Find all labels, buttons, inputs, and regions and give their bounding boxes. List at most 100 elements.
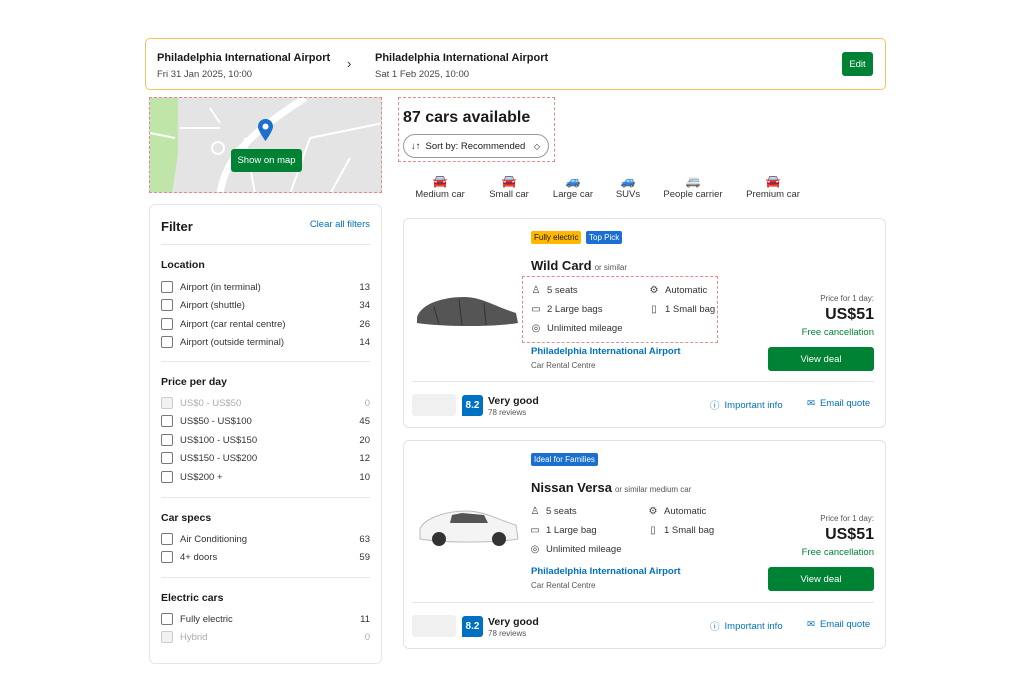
filter-option[interactable]: US$150 - US$20012 xyxy=(161,451,370,465)
checkbox xyxy=(161,631,173,643)
filter-option[interactable]: Airport (shuttle) 34 xyxy=(161,298,370,312)
checkbox[interactable] xyxy=(161,318,173,330)
pickup-datetime: Fri 31 Jan 2025, 10:00 xyxy=(157,69,252,80)
free-cancellation: Free cancellation xyxy=(802,547,874,558)
filter-option[interactable]: Air Conditioning63 xyxy=(161,532,370,546)
car-image xyxy=(414,279,522,339)
option-count: 0 xyxy=(365,632,370,643)
checkbox[interactable] xyxy=(161,299,173,311)
category-label: Premium car xyxy=(746,189,800,200)
seats: 5 seats xyxy=(546,506,577,517)
category-label: People carrier xyxy=(663,189,722,200)
large-bags: 1 Large bag xyxy=(546,525,597,536)
category-suvs[interactable]: 🚙SUVs xyxy=(593,174,663,200)
option-count: 11 xyxy=(360,614,370,625)
checkbox[interactable] xyxy=(161,613,173,625)
search-summary: Philadelphia International Airport Fri 3… xyxy=(145,38,886,90)
free-cancellation: Free cancellation xyxy=(802,327,874,338)
option-count: 59 xyxy=(359,552,370,563)
filter-option[interactable]: US$200 + 10 xyxy=(161,470,370,484)
suv-icon: 🚙 xyxy=(593,174,663,189)
checkbox[interactable] xyxy=(161,415,173,427)
location-type: Car Rental Centre xyxy=(531,361,595,370)
car-name: Nissan Versaor similar medium car xyxy=(531,480,691,495)
filter-option[interactable]: US$50 - US$10045 xyxy=(161,414,370,428)
checkbox[interactable] xyxy=(161,551,173,563)
checkbox[interactable] xyxy=(161,281,173,293)
small-bags: 1 Small bag xyxy=(664,525,714,536)
location-type: Car Rental Centre xyxy=(531,581,595,590)
checkbox[interactable] xyxy=(161,336,173,348)
car-card: Ideal for Families Nissan Versaor simila… xyxy=(403,440,886,649)
pickup-airport-link[interactable]: Philadelphia International Airport xyxy=(531,566,681,577)
map-preview[interactable]: Show on map xyxy=(149,97,382,193)
dropoff-datetime: Sat 1 Feb 2025, 10:00 xyxy=(375,69,469,80)
chevron-updown-icon: ◇ xyxy=(534,142,540,151)
option-count: 20 xyxy=(359,435,370,446)
checkbox[interactable] xyxy=(161,452,173,464)
show-on-map-button[interactable]: Show on map xyxy=(231,149,302,172)
mileage: Unlimited mileage xyxy=(547,323,623,334)
checkbox[interactable] xyxy=(161,471,173,483)
category-small-car[interactable]: 🚘Small car xyxy=(474,174,544,200)
section-title: Price per day xyxy=(161,376,227,388)
mileage: Unlimited mileage xyxy=(546,544,622,555)
view-deal-button[interactable]: View deal xyxy=(768,567,874,591)
filter-option[interactable]: Airport (outside terminal)14 xyxy=(161,335,370,349)
option-count: 0 xyxy=(365,398,370,409)
category-premium-car[interactable]: 🚘Premium car xyxy=(738,174,808,200)
filter-option[interactable]: Airport (in terminal)13 xyxy=(161,280,370,294)
checkbox[interactable] xyxy=(161,434,173,446)
large-bags: 2 Large bags xyxy=(547,304,602,315)
car-icon: 🚘 xyxy=(474,174,544,189)
badge: Ideal for Families xyxy=(531,453,598,466)
filter-option[interactable]: Airport (car rental centre)26 xyxy=(161,317,370,331)
sort-dropdown[interactable]: ↓↑Sort by: Recommended◇ xyxy=(403,134,549,158)
filter-panel: Filter Clear all filters Location Airpor… xyxy=(149,204,382,664)
category-label: SUVs xyxy=(616,189,640,200)
rating-label: Very good xyxy=(488,395,539,407)
price: US$51 xyxy=(825,306,874,324)
rating-label: Very good xyxy=(488,616,539,628)
email-quote-link[interactable]: ✉Email quote xyxy=(807,398,870,409)
gearbox-icon: ⚙ xyxy=(649,285,659,296)
view-deal-button[interactable]: View deal xyxy=(768,347,874,371)
filter-option: US$0 - US$500 xyxy=(161,396,370,410)
pickup-airport-link[interactable]: Philadelphia International Airport xyxy=(531,346,681,357)
important-info-link[interactable]: ⓘImportant info xyxy=(710,619,783,633)
suitcase-icon: ▭ xyxy=(531,304,541,315)
category-people-carrier[interactable]: 🚐People carrier xyxy=(658,174,728,200)
person-icon: ♙ xyxy=(531,285,541,296)
map-image xyxy=(150,98,382,193)
filter-option[interactable]: US$100 - US$150 20 xyxy=(161,433,370,447)
speedometer-icon: ◎ xyxy=(530,544,540,555)
option-label: US$100 - US$150 xyxy=(180,435,257,446)
category-label: Large car xyxy=(553,189,593,200)
rating-score: 8.2 xyxy=(462,616,483,637)
option-count: 13 xyxy=(359,282,370,293)
gearbox-icon: ⚙ xyxy=(648,506,658,517)
car-image xyxy=(414,493,522,553)
dropoff-location: Philadelphia International Airport xyxy=(375,52,548,64)
filter-option[interactable]: 4+ doors59 xyxy=(161,550,370,564)
filter-option[interactable]: Fully electric 11 xyxy=(161,612,370,626)
option-label: US$200 + xyxy=(180,472,223,483)
option-count: 10 xyxy=(359,472,370,483)
email-quote-link[interactable]: ✉Email quote xyxy=(807,619,870,630)
category-medium-car[interactable]: 🚘Medium car xyxy=(405,174,475,200)
important-info-link[interactable]: ⓘImportant info xyxy=(710,398,783,412)
price-label: Price for 1 day: xyxy=(820,294,874,303)
option-label: Airport (shuttle) xyxy=(180,300,245,311)
option-label: Airport (outside terminal) xyxy=(180,337,284,348)
price-label: Price for 1 day: xyxy=(820,514,874,523)
checkbox[interactable] xyxy=(161,533,173,545)
clear-filters-link[interactable]: Clear all filters xyxy=(310,219,370,230)
option-count: 63 xyxy=(359,534,370,545)
transmission: Automatic xyxy=(665,285,707,296)
option-count: 12 xyxy=(359,453,370,464)
filter-title: Filter xyxy=(161,219,193,234)
transmission: Automatic xyxy=(664,506,706,517)
option-count: 34 xyxy=(359,300,370,311)
edit-button[interactable]: Edit xyxy=(842,52,873,76)
option-label: Fully electric xyxy=(180,614,233,625)
